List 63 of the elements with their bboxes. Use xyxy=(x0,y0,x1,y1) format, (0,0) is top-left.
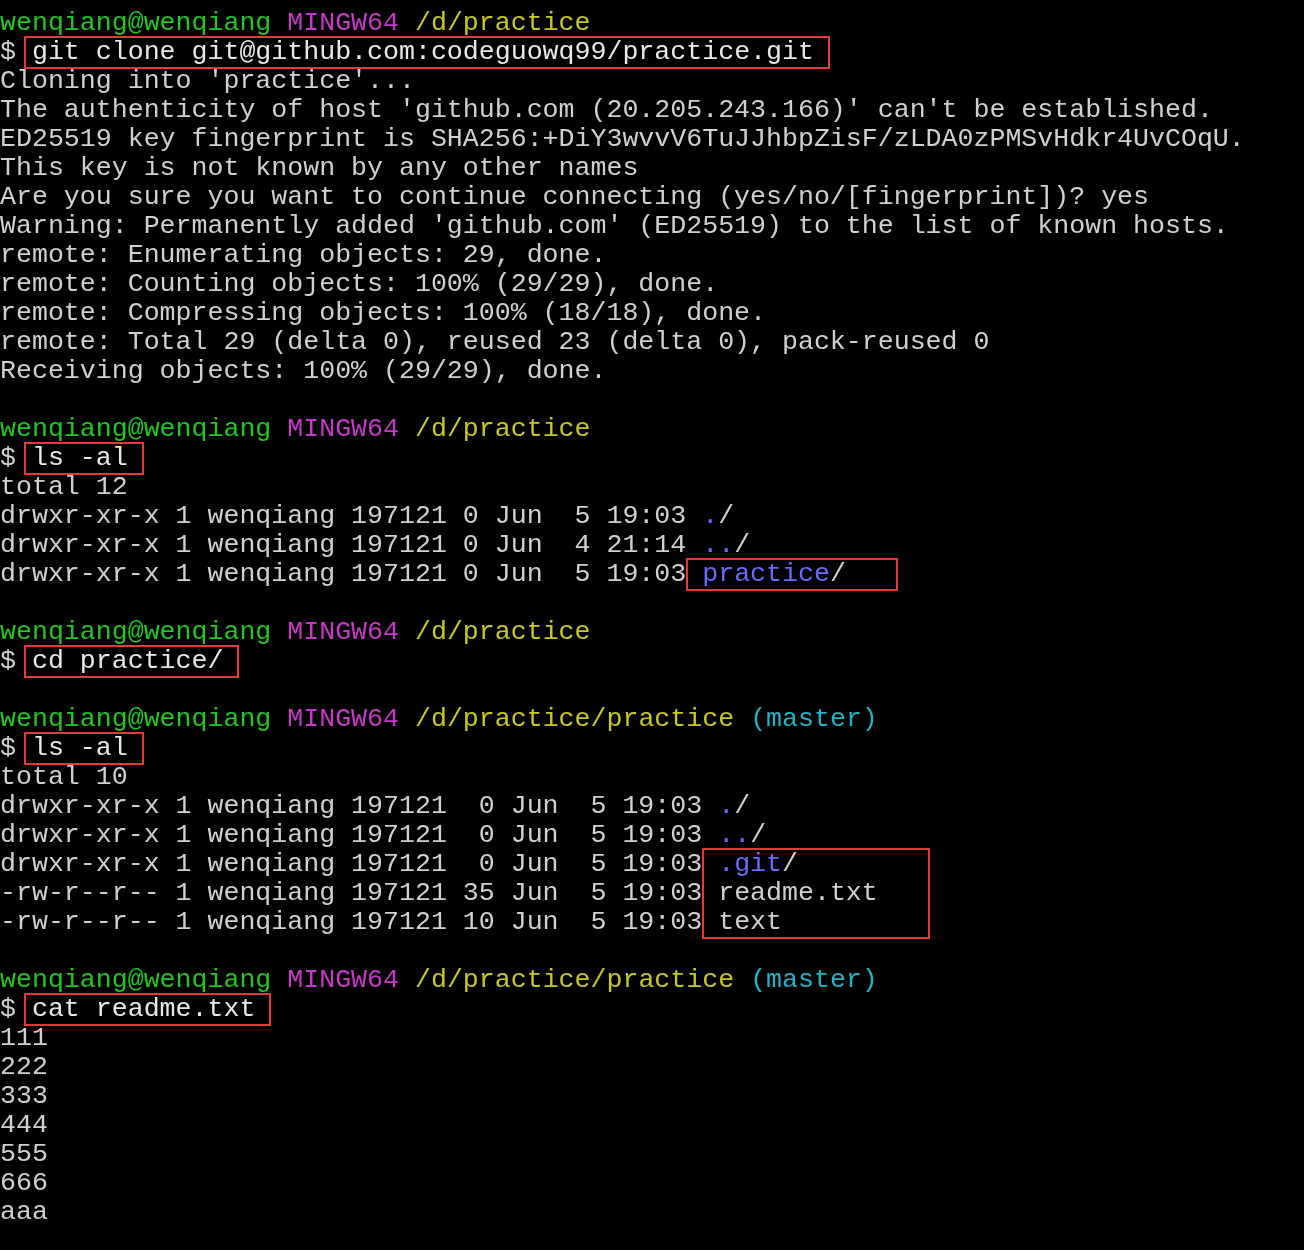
file-name: text xyxy=(717,908,783,937)
output-line: Cloning into 'practice'... xyxy=(0,67,415,96)
file-name: practice/ xyxy=(701,560,846,589)
file-name: .git/ xyxy=(717,850,798,879)
system-label: MINGW64 xyxy=(287,966,399,995)
output-line: 222 xyxy=(0,1053,48,1082)
user-host: wenqiang@wenqiang xyxy=(0,705,272,734)
output-line: The authenticity of host 'github.com (20.205.243.166)' can't be established. xyxy=(0,96,1213,125)
prompt-symbol: $ xyxy=(0,647,16,676)
branch-name: (master) xyxy=(750,966,878,995)
listing-details: -rw-r--r-- 1 wenqiang 197121 10 Jun 5 19:03 xyxy=(0,908,703,937)
command-text: cd practice/ xyxy=(31,647,224,676)
listing-details: drwxr-xr-x 1 wenqiang 197121 0 Jun 5 19:03 xyxy=(0,792,703,821)
output-line: remote: Compressing objects: 100% (18/18), done. xyxy=(0,299,767,328)
listing-details: drwxr-xr-x 1 wenqiang 197121 0 Jun 5 19:03 xyxy=(0,821,703,850)
command-text: cat readme.txt xyxy=(31,995,256,1024)
command-text: ls -al xyxy=(31,734,128,763)
system-label: MINGW64 xyxy=(287,415,399,444)
file-name: ./ xyxy=(717,792,751,821)
branch-name: (master) xyxy=(750,705,878,734)
working-path: /d/practice/practice xyxy=(414,966,735,995)
working-path: /d/practice xyxy=(414,9,591,38)
working-path: /d/practice xyxy=(414,415,591,444)
user-host: wenqiang@wenqiang xyxy=(0,9,272,38)
file-name: readme.txt xyxy=(717,879,878,908)
command-text: ls -al xyxy=(31,444,128,473)
output-line: Are you sure you want to continue connecting (yes/no/[fingerprint])? yes xyxy=(0,183,1150,212)
file-name: ../ xyxy=(701,531,751,560)
listing-details: drwxr-xr-x 1 wenqiang 197121 0 Jun 5 19:03 xyxy=(0,850,703,879)
output-line: Receiving objects: 100% (29/29), done. xyxy=(0,357,607,386)
output-line: aaa xyxy=(0,1198,48,1227)
command-text: git clone git@github.com:codeguowq99/practice.git xyxy=(31,38,814,67)
output-line: Warning: Permanently added 'github.com' (ED25519) to the list of known hosts. xyxy=(0,212,1229,241)
prompt-symbol: $ xyxy=(0,734,16,763)
user-host: wenqiang@wenqiang xyxy=(0,966,272,995)
output-line: ED25519 key fingerprint is SHA256:+DiY3wvvV6TuJJhbpZisF/zLDA0zPMSvHdkr4UvCOqU. xyxy=(0,125,1245,154)
user-host: wenqiang@wenqiang xyxy=(0,618,272,647)
output-line: 555 xyxy=(0,1140,48,1169)
output-line: remote: Enumerating objects: 29, done. xyxy=(0,241,607,270)
output-line: 111 xyxy=(0,1024,48,1053)
prompt-symbol: $ xyxy=(0,444,16,473)
output-line: remote: Total 29 (delta 0), reused 23 (delta 0), pack-reused 0 xyxy=(0,328,990,357)
output-line: total 10 xyxy=(0,763,128,792)
prompt-symbol: $ xyxy=(0,38,16,67)
system-label: MINGW64 xyxy=(287,9,399,38)
output-line: This key is not known by any other names xyxy=(0,154,639,183)
user-host: wenqiang@wenqiang xyxy=(0,415,272,444)
listing-details: -rw-r--r-- 1 wenqiang 197121 35 Jun 5 19:03 xyxy=(0,879,703,908)
system-label: MINGW64 xyxy=(287,705,399,734)
working-path: /d/practice/practice xyxy=(414,705,735,734)
output-line: 444 xyxy=(0,1111,48,1140)
listing-details: drwxr-xr-x 1 wenqiang 197121 0 Jun 5 19:03 xyxy=(0,502,687,531)
output-line: 333 xyxy=(0,1082,48,1111)
listing-details: drwxr-xr-x 1 wenqiang 197121 0 Jun 5 19:03 xyxy=(0,560,687,589)
output-line: 666 xyxy=(0,1169,48,1198)
working-path: /d/practice xyxy=(414,618,591,647)
file-name: ../ xyxy=(717,821,767,850)
system-label: MINGW64 xyxy=(287,618,399,647)
file-name: ./ xyxy=(701,502,735,531)
prompt-symbol: $ xyxy=(0,995,16,1024)
listing-details: drwxr-xr-x 1 wenqiang 197121 0 Jun 4 21:14 xyxy=(0,531,687,560)
output-line: total 12 xyxy=(0,473,128,502)
output-line: remote: Counting objects: 100% (29/29), done. xyxy=(0,270,719,299)
